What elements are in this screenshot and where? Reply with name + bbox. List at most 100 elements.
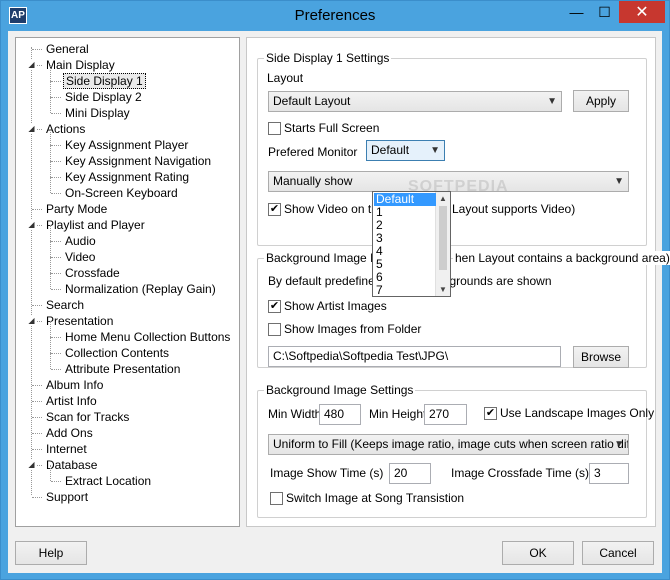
min-height-input[interactable]: 270 (424, 404, 467, 425)
tree-connector-line (31, 47, 32, 495)
close-button[interactable]: ✕ (619, 1, 665, 23)
tree-item[interactable]: Video (63, 249, 97, 265)
switch-image-label: Switch Image at Song Transistion (286, 491, 465, 505)
ok-button[interactable]: OK (502, 541, 574, 565)
apply-button[interactable]: Apply (573, 90, 629, 112)
dropdown-option[interactable]: Default (374, 193, 436, 206)
maximize-button[interactable]: ☐ (591, 1, 618, 23)
tree-item[interactable]: Main Display (44, 57, 117, 73)
tree-connector-line (50, 321, 51, 337)
tree-item[interactable]: Audio (63, 233, 98, 249)
tree-connector-line (51, 97, 61, 98)
prefered-monitor-dropdown-list[interactable]: ▲ ▼ Default 1 2 3 4 5 6 7 (372, 191, 451, 297)
prefered-monitor-select[interactable]: Default ▼ (366, 140, 445, 161)
dropdown-option[interactable]: 6 (374, 271, 436, 284)
tree-item[interactable]: Support (44, 489, 90, 505)
tree-item[interactable]: Side Display 2 (63, 89, 144, 105)
tree-item[interactable]: Add Ons (44, 425, 95, 441)
tree-connector-line (50, 465, 51, 481)
layout-select[interactable]: Default Layout ▼ (268, 91, 562, 112)
tree-item[interactable]: Key Assignment Rating (63, 169, 191, 185)
tree-connector-line (51, 145, 61, 146)
starts-full-screen-label: Starts Full Screen (284, 121, 380, 135)
expand-collapse-icon[interactable]: ◢ (27, 124, 36, 133)
tree-connector-line (50, 65, 51, 81)
dropdown-option[interactable]: 4 (374, 245, 436, 258)
tree-item[interactable]: Collection Contents (63, 345, 171, 361)
dropdown-scrollbar[interactable]: ▲ ▼ (435, 192, 450, 296)
checkmark-icon: ✔ (269, 300, 280, 312)
tree-item[interactable]: Attribute Presentation (63, 361, 182, 377)
tree-item[interactable]: Internet (44, 441, 89, 457)
show-video-checkbox[interactable]: ✔ (268, 203, 281, 216)
scroll-up-icon[interactable]: ▲ (439, 194, 447, 203)
tree-item[interactable]: Playlist and Player (44, 217, 147, 233)
tree-connector-line (51, 81, 61, 82)
dialog-client-area: General ◢ Main Display Side Display 1 Side D… (8, 31, 670, 573)
preferences-tree[interactable]: General ◢ Main Display Side Display 1 Side D… (15, 37, 240, 527)
tree-item[interactable]: Normalization (Replay Gain) (63, 281, 218, 297)
tree-item[interactable]: Key Assignment Navigation (63, 153, 213, 169)
tree-connector-line (32, 449, 42, 450)
tree-connector-line (51, 289, 61, 290)
tree-item[interactable]: Scan for Tracks (44, 409, 131, 425)
landscape-only-checkbox[interactable]: ✔ (484, 407, 497, 420)
expand-collapse-icon[interactable]: ◢ (27, 460, 36, 469)
show-artist-images-label: Show Artist Images (284, 299, 387, 313)
tree-connector-line (32, 497, 42, 498)
dropdown-option[interactable]: 5 (374, 258, 436, 271)
tree-connector-line (50, 273, 51, 289)
minimize-button[interactable]: — (563, 1, 590, 23)
settings-panel: Side Display 1 Settings Layout Default L… (246, 37, 670, 527)
show-video-label-start: Show Video on th (284, 202, 378, 216)
show-artist-images-checkbox[interactable]: ✔ (268, 300, 281, 313)
image-show-time-label: Image Show Time (s) (270, 466, 384, 480)
expand-collapse-icon[interactable]: ◢ (27, 316, 36, 325)
show-images-from-folder-checkbox[interactable] (268, 323, 281, 336)
tree-item[interactable]: Extract Location (63, 473, 153, 489)
tree-item[interactable]: Side Display 1 (63, 73, 146, 89)
tree-item[interactable]: Database (44, 457, 99, 473)
tree-connector-line (50, 81, 51, 97)
scrollbar-thumb[interactable] (439, 206, 447, 270)
tree-connector-line (50, 353, 51, 369)
cancel-button[interactable]: Cancel (582, 541, 654, 565)
tree-item[interactable]: Album Info (44, 377, 105, 393)
tree-item[interactable]: Crossfade (63, 265, 122, 281)
dropdown-option[interactable]: 7 (374, 284, 436, 297)
image-crossfade-time-input[interactable]: 3 (589, 463, 629, 484)
starts-full-screen-checkbox[interactable] (268, 122, 281, 135)
expand-collapse-icon[interactable]: ◢ (27, 60, 36, 69)
background-settings-group-title: Background Image Settings (264, 383, 416, 397)
switch-image-checkbox[interactable] (270, 492, 283, 505)
tree-item[interactable]: Key Assignment Player (63, 137, 190, 153)
landscape-only-label: Use Landscape Images Only (500, 406, 655, 420)
browse-button[interactable]: Browse (573, 346, 629, 368)
tree-item[interactable]: On-Screen Keyboard (63, 185, 180, 201)
expand-collapse-icon[interactable]: ◢ (27, 220, 36, 229)
tree-item[interactable]: Home Menu Collection Buttons (63, 329, 232, 345)
tree-item[interactable]: Search (44, 297, 86, 313)
chevron-down-icon: ▼ (614, 176, 624, 187)
min-width-input[interactable]: 480 (319, 404, 361, 425)
dropdown-option[interactable]: 3 (374, 232, 436, 245)
image-show-time-input[interactable]: 20 (389, 463, 431, 484)
tree-item[interactable]: Mini Display (63, 105, 132, 121)
image-folder-path-input[interactable]: C:\Softpedia\Softpedia Test\JPG\ (268, 346, 561, 367)
scroll-down-icon[interactable]: ▼ (439, 285, 447, 294)
dropdown-option[interactable]: 2 (374, 219, 436, 232)
tree-item[interactable]: Artist Info (44, 393, 99, 409)
tree-item[interactable]: General (44, 41, 91, 57)
help-button[interactable]: Help (15, 541, 87, 565)
tree-connector-line (50, 97, 51, 113)
tree-item[interactable]: Party Mode (44, 201, 109, 217)
dropdown-option[interactable]: 1 (374, 206, 436, 219)
background-replace-group-title-end: hen Layout contains a background area) (453, 251, 670, 265)
min-height-label: Min Height (369, 407, 427, 421)
tree-connector-line (50, 129, 51, 145)
tree-connector-line (32, 385, 42, 386)
tree-connector-line (50, 241, 51, 257)
tree-item[interactable]: Presentation (44, 313, 115, 329)
title-bar[interactable]: AP Preferences — ☐ ✕ (1, 1, 669, 31)
fill-mode-select[interactable]: Uniform to Fill (Keeps image ratio, imag… (268, 434, 629, 455)
